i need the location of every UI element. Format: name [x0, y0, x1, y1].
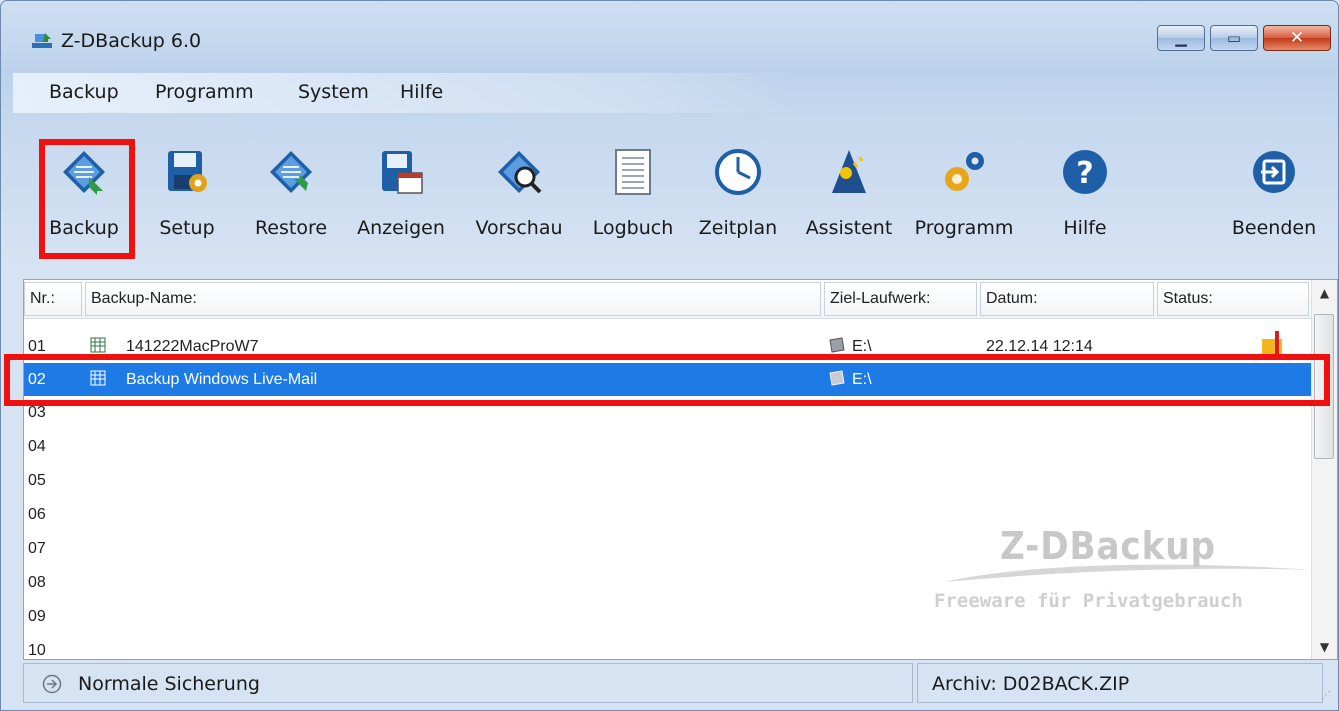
toolbar-beenden-button[interactable]: Beenden — [1227, 129, 1321, 249]
toolbar-label: Programm — [914, 217, 1014, 239]
help-icon: ? — [1063, 150, 1107, 194]
app-icon — [32, 33, 52, 48]
backup-list: Nr.: Backup-Name: Ziel-Laufwerk: Datum: … — [23, 279, 1338, 660]
status-bar: Normale Sicherung Archiv: D02BACK.ZIP ⋰ — [13, 663, 1333, 705]
watermark-title: Z-DBackup — [1000, 524, 1216, 568]
selected-row-highlight — [4, 354, 1330, 406]
menu-hilfe[interactable]: Hilfe — [400, 81, 443, 103]
drive-icon — [829, 337, 845, 353]
toolbar-label: Restore — [254, 217, 328, 239]
clock-icon — [715, 149, 761, 195]
row-number: 10 — [28, 642, 46, 659]
scroll-down-icon[interactable]: ▼ — [1312, 640, 1337, 654]
list-header: Nr.: Backup-Name: Ziel-Laufwerk: Datum: … — [24, 280, 1314, 319]
row-number: 04 — [28, 438, 46, 455]
scroll-up-icon[interactable]: ▲ — [1312, 286, 1337, 300]
maximize-button[interactable]: ▭ — [1210, 25, 1258, 51]
close-button[interactable]: ✕ — [1263, 25, 1331, 51]
toolbar: Backup Setup Restore Anzeigen Vorschau L… — [13, 129, 1329, 267]
minimize-icon: ▁ — [1175, 29, 1187, 47]
status-mode: Normale Sicherung — [78, 673, 260, 695]
row-number: 05 — [28, 472, 46, 489]
row-number: 09 — [28, 608, 46, 625]
table-row[interactable]: 04 — [24, 430, 1314, 463]
toolbar-zeitplan-button[interactable]: Zeitplan — [687, 129, 789, 249]
watermark-subtitle: Freeware für Privatgebrauch — [934, 590, 1243, 612]
column-header-nr[interactable]: Nr.: — [24, 282, 82, 316]
toolbar-label: Setup — [159, 217, 215, 239]
row-number: 08 — [28, 574, 46, 591]
resize-grip-icon[interactable]: ⋰ — [1321, 690, 1331, 701]
toolbar-label: Logbuch — [592, 217, 674, 239]
z-dbackup-watermark: Z-DBackup Freeware für Privatgebrauch — [904, 520, 1324, 630]
arrow-right-icon — [42, 674, 62, 694]
status-archive-panel: Archiv: D02BACK.ZIP — [917, 663, 1323, 703]
row-number: 07 — [28, 540, 46, 557]
toolbar-assistent-button[interactable]: Assistent — [797, 129, 901, 249]
toolbar-label: Assistent — [805, 217, 893, 239]
main-window: Z-DBackup 6.0 ▁ ▭ ✕ Backup Programm Syst… — [0, 0, 1339, 711]
column-header-name[interactable]: Backup-Name: — [85, 282, 821, 316]
status-mode-panel: Normale Sicherung — [23, 663, 913, 703]
toolbar-label: Anzeigen — [357, 217, 445, 239]
toolbar-vorschau-button[interactable]: Vorschau — [465, 129, 573, 249]
menu-system[interactable]: System — [298, 81, 369, 103]
status-archive: Archiv: D02BACK.ZIP — [932, 673, 1130, 695]
toolbar-programm-button[interactable]: Programm — [907, 129, 1021, 249]
title-bar[interactable]: Z-DBackup 6.0 ▁ ▭ ✕ — [1, 1, 1338, 67]
status-calendar-icon — [1262, 331, 1282, 355]
row-number: 03 — [28, 404, 46, 421]
table-row[interactable]: 05 — [24, 464, 1314, 497]
view-icon — [382, 151, 423, 194]
toolbar-setup-button[interactable]: Setup — [147, 129, 227, 249]
toolbar-label: Beenden — [1231, 217, 1317, 239]
column-header-status[interactable]: Status: — [1157, 282, 1309, 316]
column-header-date[interactable]: Datum: — [980, 282, 1154, 316]
row-number: 06 — [28, 506, 46, 523]
maximize-icon: ▭ — [1226, 29, 1242, 47]
backup-set-icon — [90, 337, 106, 353]
toolbar-label: Vorschau — [475, 217, 563, 239]
toolbar-label: Zeitplan — [698, 217, 778, 239]
toolbar-restore-button[interactable]: Restore — [245, 129, 337, 249]
exit-icon — [1253, 151, 1295, 193]
wizard-icon — [832, 150, 866, 193]
svg-text:?: ? — [1076, 156, 1093, 191]
toolbar-logbuch-button[interactable]: Logbuch — [587, 129, 679, 249]
toolbar-hilfe-button[interactable]: ? Hilfe — [1045, 129, 1125, 249]
vertical-scrollbar[interactable]: ▲ ▼ — [1311, 280, 1337, 659]
window-title: Z-DBackup 6.0 — [61, 30, 202, 52]
toolbar-label: Hilfe — [1063, 217, 1107, 239]
logbook-icon — [615, 149, 651, 195]
restore-icon — [270, 151, 312, 193]
menu-backup[interactable]: Backup — [49, 81, 119, 103]
menu-bar: Backup Programm System Hilfe — [13, 73, 793, 113]
setup-icon — [168, 151, 207, 192]
preview-icon — [498, 151, 542, 194]
gears-icon — [945, 152, 984, 191]
toolbar-anzeigen-button[interactable]: Anzeigen — [353, 129, 449, 249]
backup-button-highlight — [39, 139, 135, 259]
menu-programm[interactable]: Programm — [155, 81, 254, 103]
close-icon: ✕ — [1289, 28, 1305, 48]
minimize-button[interactable]: ▁ — [1157, 25, 1205, 51]
table-row[interactable]: 10 — [24, 634, 1314, 659]
column-header-drive[interactable]: Ziel-Laufwerk: — [824, 282, 977, 316]
